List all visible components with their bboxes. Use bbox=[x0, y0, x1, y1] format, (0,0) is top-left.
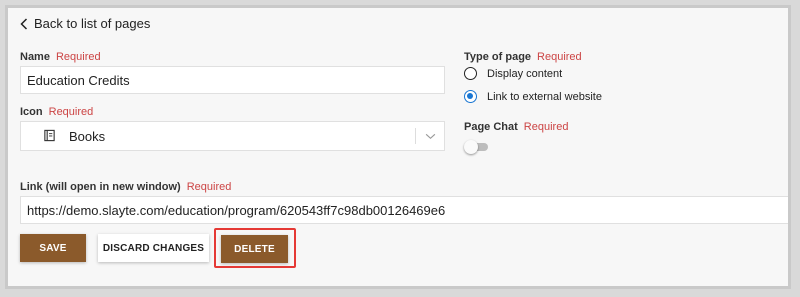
page-chat-label-text: Page Chat bbox=[464, 121, 518, 133]
page-editor-panel: Back to list of pages Name Required Educa… bbox=[5, 5, 791, 289]
radio-display-content-label: Display content bbox=[487, 67, 563, 80]
back-link-label: Back to list of pages bbox=[34, 16, 151, 31]
chevron-down-icon[interactable] bbox=[415, 128, 444, 144]
delete-highlight-box bbox=[214, 228, 296, 268]
link-input[interactable]: https://demo.slayte.com/education/progra… bbox=[20, 196, 788, 224]
type-of-page-label: Type of page Required bbox=[464, 51, 582, 63]
radio-display-content[interactable]: Display content bbox=[464, 67, 562, 80]
icon-required-tag: Required bbox=[48, 106, 94, 118]
name-input-value: Education Credits bbox=[27, 72, 130, 88]
link-label: Link (will open in new window) Required bbox=[20, 181, 231, 193]
radio-button-unchecked[interactable] bbox=[464, 67, 477, 80]
page-chat-required-tag: Required bbox=[523, 121, 569, 133]
name-input[interactable]: Education Credits bbox=[20, 66, 445, 94]
chevron-left-icon bbox=[20, 17, 28, 30]
link-label-text: Link (will open in new window) bbox=[20, 181, 181, 193]
link-required-tag: Required bbox=[186, 181, 232, 193]
name-label-text: Name bbox=[20, 51, 50, 63]
back-link[interactable]: Back to list of pages bbox=[20, 16, 150, 31]
icon-label-text: Icon bbox=[20, 106, 43, 118]
link-input-value: https://demo.slayte.com/education/progra… bbox=[27, 202, 446, 218]
save-button[interactable]: SAVE bbox=[20, 234, 86, 262]
icon-select-value: Books bbox=[69, 128, 106, 144]
save-button-label: SAVE bbox=[39, 242, 67, 254]
name-label: Name Required bbox=[20, 51, 101, 63]
books-icon bbox=[43, 129, 57, 143]
icon-select[interactable]: Books bbox=[20, 121, 445, 151]
radio-link-external[interactable]: Link to external website bbox=[464, 90, 602, 103]
discard-changes-button[interactable]: DISCARD CHANGES bbox=[98, 234, 209, 262]
type-of-page-required-tag: Required bbox=[537, 51, 582, 63]
radio-button-checked[interactable] bbox=[464, 90, 477, 103]
icon-label: Icon Required bbox=[20, 106, 93, 118]
type-of-page-label-text: Type of page bbox=[464, 51, 532, 63]
page-chat-label: Page Chat Required bbox=[464, 121, 568, 133]
discard-changes-button-label: DISCARD CHANGES bbox=[102, 242, 205, 254]
toggle-thumb bbox=[464, 140, 478, 154]
name-required-tag: Required bbox=[55, 51, 101, 63]
radio-link-external-label: Link to external website bbox=[487, 90, 602, 103]
page-chat-toggle[interactable] bbox=[464, 140, 490, 154]
